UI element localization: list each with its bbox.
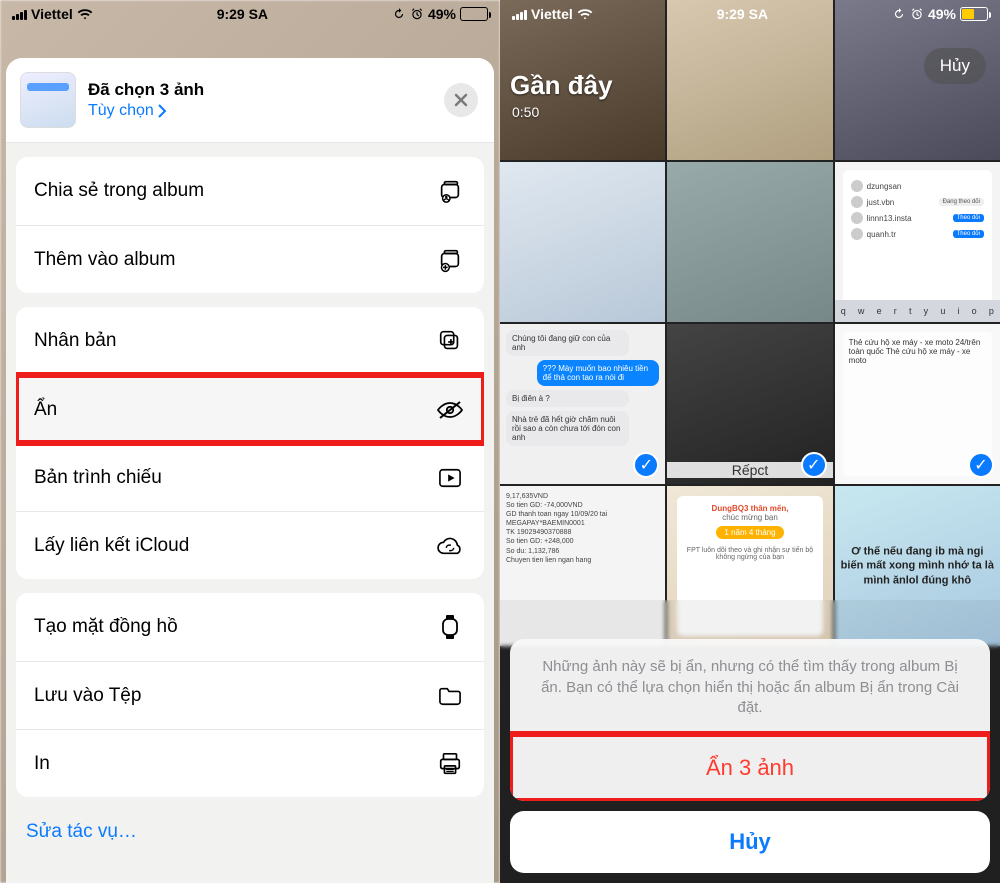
orientation-lock-icon [892,7,906,21]
action-sheet-cancel-button[interactable]: Hủy [510,811,990,873]
share-action-watchface[interactable]: Tạo mặt đồng hồ [16,593,484,661]
action-label: Bản trình chiếu [34,467,162,489]
caption-label: Ơ thế nếu đang ib mà ngi biến mất xong m… [841,545,994,588]
save-files-icon [434,685,466,707]
action-sheet-message: Những ảnh này sẽ bị ẩn, nhưng có thể tìm… [510,639,990,734]
photo-cell[interactable]: dzungsan just.vbnĐang theo dõi linnn13.i… [835,162,1000,322]
photo-cell[interactable]: Rếpct ✓ [667,324,832,484]
share-action-slideshow[interactable]: Bản trình chiếu [16,443,484,511]
video-duration: 0:50 [512,104,539,120]
battery-pct-label: 49% [428,6,456,22]
action-label: Lưu vào Tệp [34,685,141,707]
share-action-hide[interactable]: Ẩn [16,375,484,443]
hide-photos-button[interactable]: Ẩn 3 ảnh [510,734,990,801]
orientation-lock-icon [392,7,406,21]
album-add-icon [434,247,466,273]
share-action-album-share[interactable]: Chia sẻ trong album [16,157,484,225]
photo-cell[interactable] [667,162,832,322]
caption-label: Thẻ cứu hộ xe máy - xe moto 24/trên toàn… [843,332,992,476]
status-bar: Viettel 9:29 SA 49% [500,0,1000,28]
icloud-link-icon [434,535,466,557]
screen-share-sheet: Viettel 9:29 SA 49% Đã chọn 3 ảnh Tùy ch… [0,0,500,883]
options-button[interactable]: Tùy chọn [88,102,204,120]
action-sheet: Những ảnh này sẽ bị ẩn, nhưng có thể tìm… [510,639,990,873]
edit-actions-button[interactable]: Sửa tác vụ… [6,797,494,863]
action-label: In [34,753,50,775]
share-action-icloud-link[interactable]: Lấy liên kết iCloud [16,511,484,579]
recents-label: Gần đây [510,70,613,101]
selected-check-icon: ✓ [801,452,827,478]
cellular-signal-icon [12,9,27,20]
share-action-print[interactable]: In [16,729,484,797]
selection-thumbnail [20,72,76,128]
close-button[interactable] [444,83,478,117]
action-label: Tạo mặt đồng hồ [34,616,178,638]
action-label: Chia sẻ trong album [34,180,204,202]
album-share-icon [434,178,466,204]
clock-label: 9:29 SA [717,6,768,22]
cancel-button[interactable]: Hủy [924,48,986,84]
share-action-duplicate[interactable]: Nhân bản [16,307,484,375]
battery-pct-label: 49% [928,6,956,22]
keyboard-row: qwertyuiop [835,300,1000,322]
battery-icon [960,7,988,21]
alarm-icon [410,7,424,21]
share-action-album-add[interactable]: Thêm vào album [16,225,484,293]
action-label: Ẩn [34,399,57,421]
action-label: Lấy liên kết iCloud [34,535,189,557]
selected-check-icon: ✓ [968,452,994,478]
share-sheet: Đã chọn 3 ảnh Tùy chọn Chia sẻ trong alb… [6,58,494,883]
photo-cell[interactable]: Chúng tôi đang giữ con của anh ??? Mày m… [500,324,665,484]
screen-photo-grid: Gần đây 0:50 dzungsan just.vbnĐang theo … [500,0,1000,883]
duplicate-icon [434,328,466,354]
action-label: Thêm vào album [34,249,176,271]
photo-cell[interactable] [500,162,665,322]
alarm-icon [910,7,924,21]
slideshow-icon [434,467,466,489]
carrier-label: Viettel [31,6,73,22]
wifi-icon [77,8,93,20]
close-icon [454,93,468,107]
print-icon [434,751,466,777]
share-header: Đã chọn 3 ảnh Tùy chọn [6,58,494,143]
watchface-icon [434,613,466,641]
battery-icon [460,7,488,21]
cellular-signal-icon [512,9,527,20]
screenshot-content: dzungsan just.vbnĐang theo dõi linnn13.i… [843,170,992,314]
carrier-label: Viettel [531,6,573,22]
chevron-right-icon [157,104,167,118]
photo-cell[interactable]: Thẻ cứu hộ xe máy - xe moto 24/trên toàn… [835,324,1000,484]
share-title: Đã chọn 3 ảnh [88,80,204,100]
wifi-icon [577,8,593,20]
clock-label: 9:29 SA [217,6,268,22]
status-bar: Viettel 9:29 SA 49% [0,0,500,28]
hide-icon [434,398,466,422]
share-action-save-files[interactable]: Lưu vào Tệp [16,661,484,729]
action-label: Nhân bản [34,330,116,352]
